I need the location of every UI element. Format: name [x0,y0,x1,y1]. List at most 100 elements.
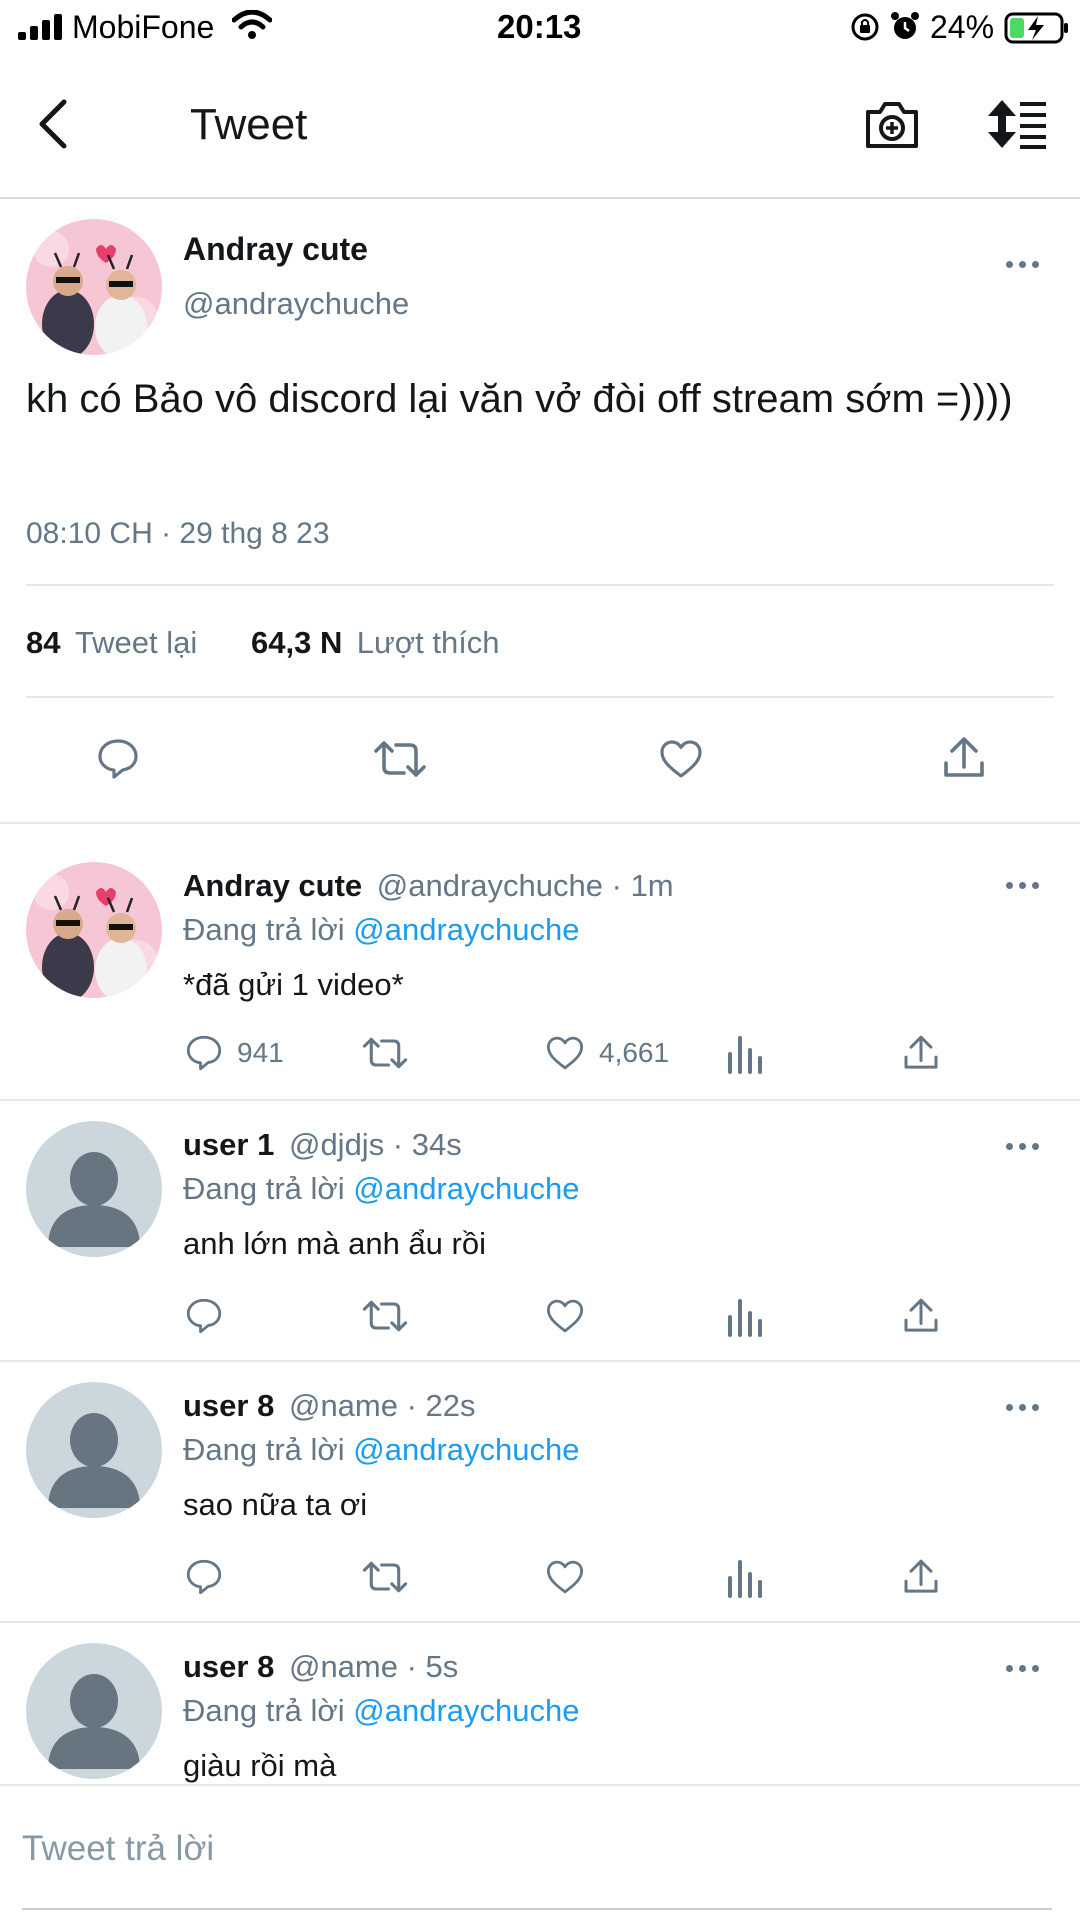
page-title: Tweet [190,100,308,149]
reply-handle-time[interactable]: @name · 5s [289,1649,458,1684]
author-name[interactable]: Andray cute [183,231,368,268]
more-options-icon[interactable] [1006,1404,1039,1411]
replying-prefix: Đang trả lời [183,1432,345,1467]
replying-mention[interactable]: @andraychuche [353,1693,579,1728]
replying-mention[interactable]: @andraychuche [353,912,579,947]
reply-author-name[interactable]: Andray cute [183,868,362,903]
battery-charging-icon [1004,12,1070,44]
compose-bar: Tweet trả lời [0,1784,1080,1920]
status-bar: MobiFone 20:13 24% [0,0,1080,56]
avatar[interactable] [26,219,162,355]
reply-text: giàu rồi mà [183,1748,337,1783]
replying-prefix: Đang trả lời [183,1171,345,1206]
share-button[interactable] [940,733,988,783]
reply-text: *đã gửi 1 video* [183,967,404,1002]
stats-divider-top [26,584,1054,586]
analytics-button[interactable] [726,1556,762,1598]
reply-handle-time[interactable]: @name · 22s [289,1388,476,1423]
like-count: 64,3 N [251,625,343,660]
reply-button[interactable] [183,1556,225,1598]
share-button[interactable] [901,1295,941,1337]
retweet-button[interactable] [361,1295,409,1337]
battery-percent: 24% [930,9,995,45]
reply-compose-input[interactable]: Tweet trả lời [22,1829,1052,1869]
like-count: 4,661 [599,1037,670,1068]
reply-handle-time[interactable]: @andraychuche · 1m [377,868,674,903]
reply-button[interactable] [183,1295,225,1337]
reply-handle-time[interactable]: @djdjs · 34s [289,1127,462,1162]
reply-item[interactable]: Andray cute @andraychuche · 1m Đang trả … [0,824,1080,1100]
camera-button[interactable] [864,98,920,154]
tweet-text: kh có Bảo vô discord lại văn vở đòi off … [26,377,1013,421]
share-button[interactable] [901,1556,941,1598]
retweet-icon [362,1561,408,1593]
clock: 20:13 [497,8,582,45]
analytics-icon [728,1560,762,1598]
author-handle[interactable]: @andraychuche [183,286,409,322]
replying-mention[interactable]: @andraychuche [353,1432,579,1467]
reply-button[interactable]: 941 [183,1032,284,1074]
alarm-icon [890,11,920,43]
like-button[interactable] [543,1295,587,1337]
reply-author-name[interactable]: user 1 [183,1127,274,1162]
like-stat[interactable]: 64,3 N Lượt thích [251,625,500,661]
like-button[interactable]: 4,661 [543,1032,669,1074]
chevron-left-icon [39,99,67,149]
reply-button[interactable] [94,735,142,783]
reply-icon [186,1298,222,1334]
reply-actions: 941 4,661 [0,1032,1080,1082]
main-tweet: Andray cute @andraychuche kh có Bảo vô d… [0,199,1080,823]
share-icon [944,737,984,777]
reply-icon [186,1035,222,1071]
reply-author-name[interactable]: user 8 [183,1388,274,1423]
tweet-timestamp[interactable]: 08:10 CH · 29 thg 8 23 [26,517,330,551]
retweet-button[interactable] [361,1032,409,1074]
replying-mention[interactable]: @andraychuche [353,1171,579,1206]
replying-prefix: Đang trả lời [183,912,345,947]
share-button[interactable] [901,1032,941,1074]
signal-icon [18,14,64,40]
heart-icon [546,1560,584,1594]
reply-header: user 8 @name · 22s [183,1388,476,1424]
replying-to: Đang trả lời @andraychuche [183,1693,579,1729]
more-options-icon[interactable] [1006,1665,1039,1672]
reply-item[interactable]: user 8 @name · 22s Đang trả lời @andrayc… [0,1362,1080,1622]
reply-item[interactable]: user 8 @name · 5s Đang trả lời @andraych… [0,1623,1080,1784]
reply-header: user 8 @name · 5s [183,1649,458,1685]
more-options-icon[interactable] [1006,1143,1039,1150]
heart-icon [546,1036,584,1070]
share-icon [904,1035,938,1069]
reply-actions [0,1556,1080,1606]
share-icon [904,1559,938,1593]
reply-item[interactable]: user 1 @djdjs · 34s Đang trả lời @andray… [0,1101,1080,1361]
reply-text: anh lớn mà anh ẩu rồi [183,1226,486,1261]
avatar[interactable] [26,862,162,998]
analytics-button[interactable] [726,1032,762,1074]
sort-list-icon [988,100,1046,149]
sort-button[interactable] [986,98,1050,154]
retweet-button[interactable] [372,735,428,783]
default-avatar[interactable] [26,1121,162,1257]
analytics-button[interactable] [726,1295,762,1337]
retweet-stat[interactable]: 84 Tweet lại [26,625,197,661]
replying-prefix: Đang trả lời [183,1693,345,1728]
like-button[interactable] [543,1556,587,1598]
default-avatar[interactable] [26,1382,162,1518]
reply-icon [98,739,138,779]
like-button[interactable] [656,735,706,783]
back-button[interactable] [34,96,84,156]
retweet-label: Tweet lại [74,625,198,660]
heart-icon [660,740,702,778]
reply-author-name[interactable]: user 8 [183,1649,274,1684]
share-icon [904,1298,938,1332]
replying-to: Đang trả lời @andraychuche [183,912,579,948]
more-options-icon[interactable] [1006,261,1039,268]
retweet-icon [362,1300,408,1332]
retweet-button[interactable] [361,1556,409,1598]
more-options-icon[interactable] [1006,882,1039,889]
retweet-icon [362,1037,408,1069]
default-avatar[interactable] [26,1643,162,1779]
replying-to: Đang trả lời @andraychuche [183,1432,579,1468]
replying-to: Đang trả lời @andraychuche [183,1171,579,1207]
analytics-icon [728,1299,762,1337]
